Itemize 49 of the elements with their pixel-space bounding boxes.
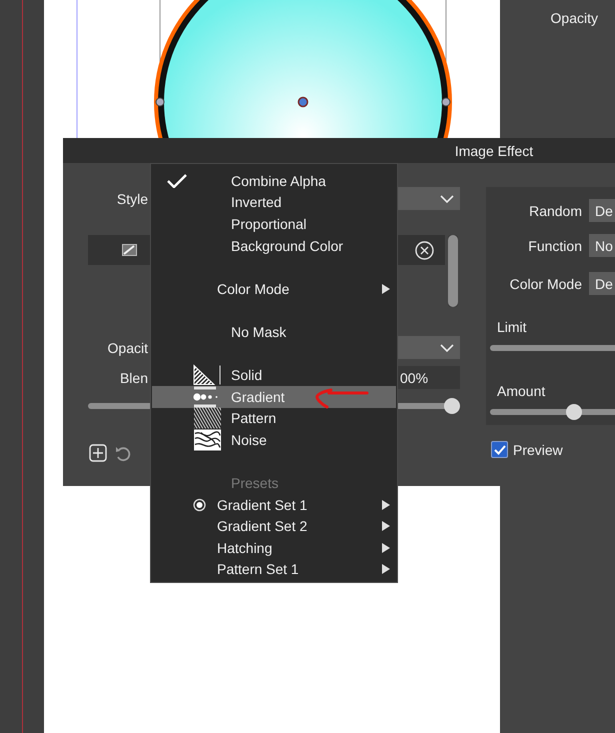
field-label: Opacit [106,340,148,356]
submenu-arrow-icon [382,500,390,510]
setting-label: Color Mode [508,276,582,292]
menu-item[interactable]: Pattern [152,408,396,430]
slider-thumb[interactable] [566,404,582,420]
field-label: Blen [118,370,148,386]
menu-item[interactable]: Background Color [152,234,396,256]
hatch-pattern-icon [193,408,221,429]
setting-label: Function [527,238,582,254]
submenu-arrow-icon [382,542,390,553]
window-title: Image Effect [454,142,534,158]
wavy-lines-icon [193,429,221,450]
menu-item[interactable]: Gradient Set 1 [152,494,396,516]
add-icon[interactable] [89,444,107,462]
setting-dropdown[interactable]: De [589,272,615,295]
undo-icon[interactable] [115,444,131,462]
menu-section-header: Presets [230,474,280,494]
panel-label: Opacity [550,10,598,26]
submenu-arrow-icon [382,521,390,532]
menu-item[interactable]: Gradient Set 2 [152,516,396,538]
menu-item[interactable]: Combine Alpha [152,170,396,192]
menu-item[interactable]: Pattern Set 1 [152,558,396,580]
menu-item[interactable]: Solid [152,364,396,386]
menu-item[interactable]: No Mask [152,321,396,343]
menu-item[interactable]: Noise [152,429,396,451]
slider-label: Limit [497,319,527,335]
checkbox-label: Preview [513,442,563,458]
checkbox[interactable] [491,441,508,458]
image-icon [122,244,137,256]
check-icon [167,174,187,188]
menu-item[interactable]: Color Mode [152,278,396,300]
menu-item[interactable]: Inverted [152,192,396,214]
chevron-down-icon [440,344,454,352]
submenu-arrow-icon [382,564,390,574]
slider-thumb[interactable] [444,398,460,414]
setting-dropdown[interactable]: No [589,234,615,257]
slider-label: Amount [497,383,546,399]
scrollbar[interactable] [448,235,458,307]
menu-item[interactable]: Gradient [152,386,396,408]
close-circle-icon[interactable] [415,240,434,260]
value-field[interactable]: 00% [398,366,460,389]
setting-label: Random [528,202,582,218]
hatched-triangle-icon [193,364,221,386]
menu-item[interactable]: Proportional [152,213,396,235]
chevron-down-icon [440,194,454,202]
menu-item[interactable]: Hatching [152,537,396,559]
field-label: Style [116,190,148,206]
submenu-arrow-icon [382,284,390,294]
setting-dropdown[interactable]: De [589,199,615,222]
